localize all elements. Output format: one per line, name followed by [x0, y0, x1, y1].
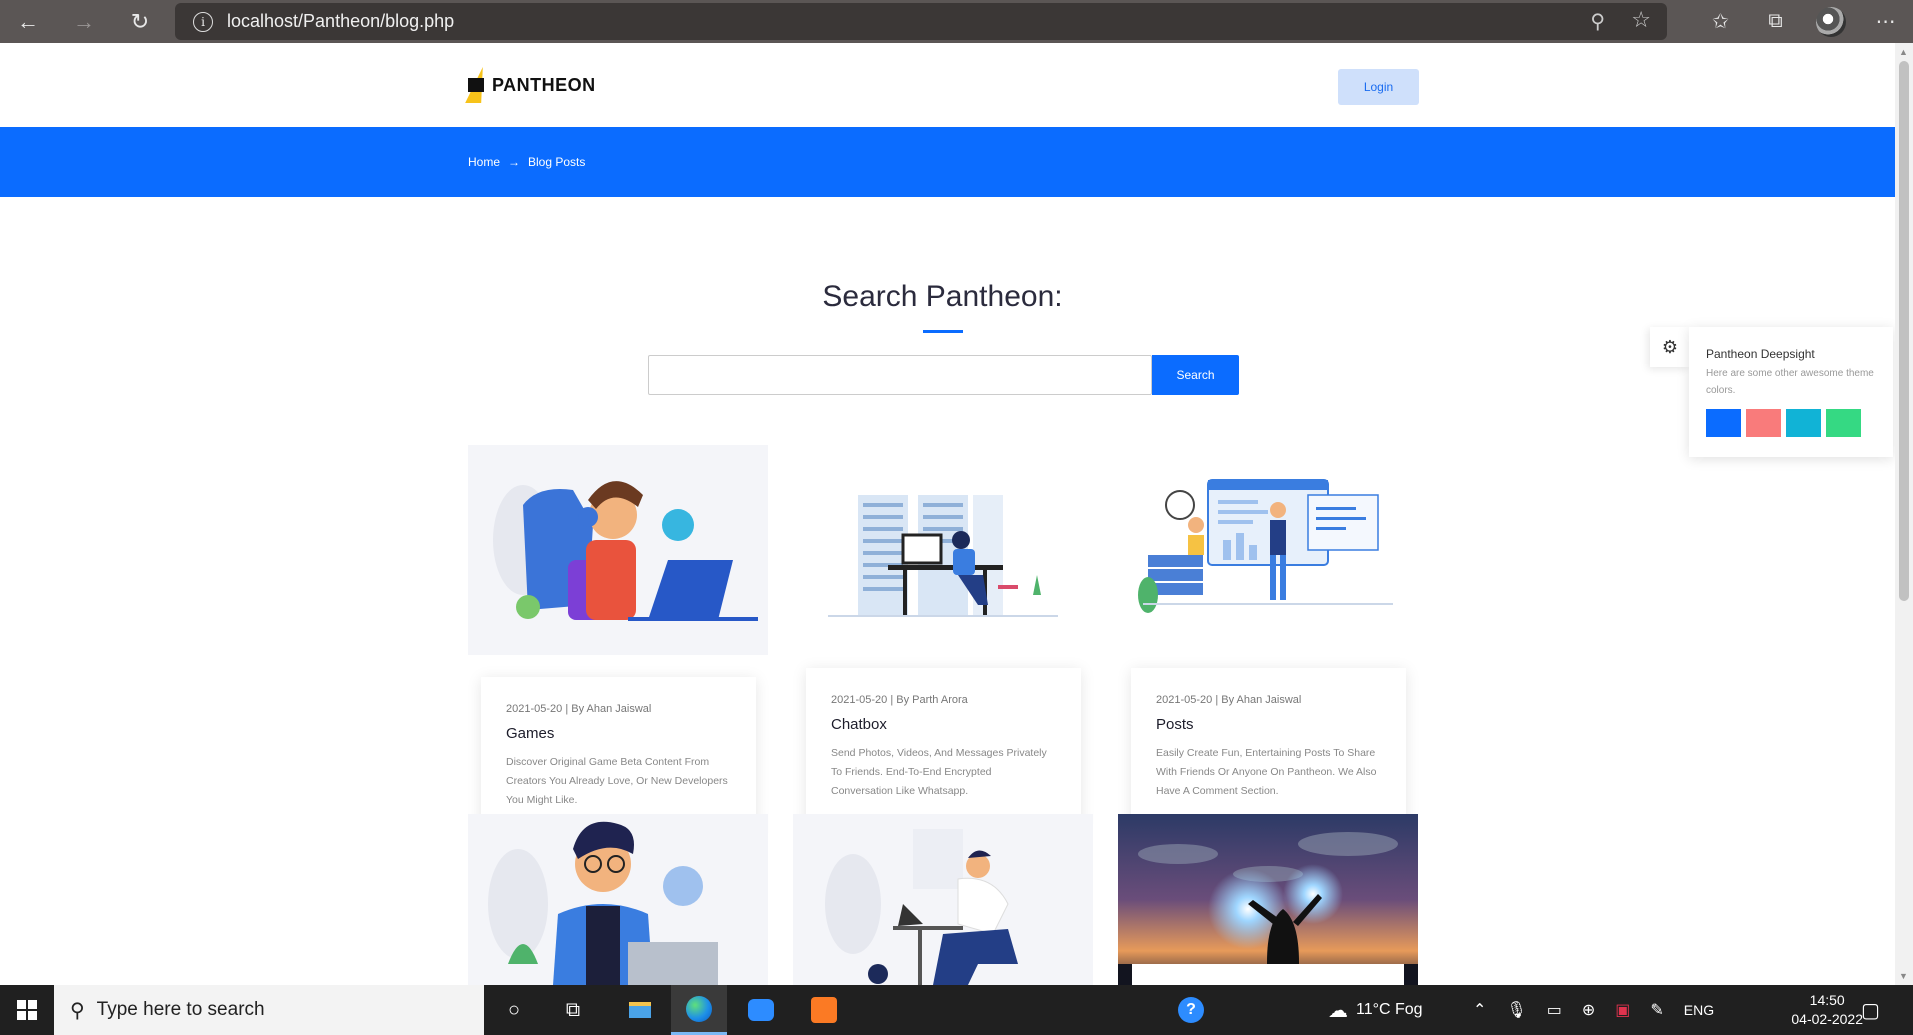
windows-taskbar: ⚲ Type here to search ○ ⧉ ? ☁ 11°C Fog ⌃…	[0, 985, 1913, 1035]
help-icon[interactable]: ?	[1163, 985, 1219, 1035]
breadcrumb: Home → Blog Posts	[468, 155, 585, 169]
arrow-right-icon: →	[73, 8, 95, 34]
refresh-icon: ↻	[130, 8, 150, 34]
post-description: Discover Original Game Beta Content From…	[506, 756, 728, 806]
theme-color-swatch-1[interactable]	[1706, 409, 1741, 437]
post-card-posts[interactable]: 2021-05-20 | By Ahan Jaiswal Posts Easil…	[1131, 668, 1406, 828]
arrow-left-icon: ←	[17, 8, 39, 34]
address-bar[interactable]: i localhost/Pantheon/blog.php ⚲ ☆	[175, 3, 1667, 40]
taskbar-search-placeholder: Type here to search	[96, 999, 265, 1020]
battery-icon[interactable]: ▭	[1547, 1000, 1562, 1020]
post-meta: 2021-05-20 | By Parth Arora	[831, 694, 968, 706]
post-image-row2-2[interactable]	[793, 814, 1093, 985]
chevron-up-icon[interactable]: ⌃	[1473, 1000, 1486, 1020]
post-title[interactable]: Games	[506, 725, 731, 742]
refresh-button[interactable]: ↻	[112, 0, 168, 43]
theme-panel: Pantheon Deepsight Here are some other a…	[1689, 327, 1893, 457]
scrollbar-thumb[interactable]	[1899, 61, 1909, 601]
theme-panel-title: Pantheon Deepsight	[1706, 347, 1815, 361]
zoom-app-icon[interactable]	[733, 985, 789, 1035]
theme-panel-subtitle: Here are some other awesome theme colors…	[1706, 368, 1874, 396]
theme-color-swatch-4[interactable]	[1826, 409, 1861, 437]
post-card-chatbox[interactable]: 2021-05-20 | By Parth Arora Chatbox Send…	[806, 668, 1081, 828]
search-input[interactable]	[648, 355, 1152, 395]
weather-widget[interactable]: ☁ 11°C Fog	[1328, 985, 1423, 1035]
breadcrumb-current: Blog Posts	[528, 155, 586, 169]
browser-toolbar: ← → ↻ i localhost/Pantheon/blog.php ⚲ ☆ …	[0, 0, 1913, 43]
add-favorite-icon[interactable]: ☆	[1631, 7, 1651, 33]
url-text: localhost/Pantheon/blog.php	[227, 11, 455, 31]
title-underline	[923, 330, 963, 333]
pen-icon[interactable]: ✎	[1650, 1000, 1663, 1020]
post-title[interactable]: Chatbox	[831, 716, 1056, 733]
edge-browser-icon[interactable]	[671, 985, 727, 1035]
site-header: PANTHEON Login	[0, 43, 1895, 127]
breadcrumb-arrow-icon: →	[508, 155, 521, 169]
theme-color-swatch-3[interactable]	[1786, 409, 1821, 437]
zoom-icon[interactable]: ⚲	[1590, 9, 1605, 34]
back-button[interactable]: ←	[0, 0, 56, 43]
breadcrumb-banner: Home → Blog Posts	[0, 127, 1895, 197]
cortana-icon[interactable]: ○	[486, 985, 542, 1035]
profile-button[interactable]	[1803, 6, 1858, 37]
windows-logo-icon	[17, 1000, 37, 1020]
language-indicator[interactable]: ENG	[1684, 1002, 1714, 1018]
search-icon: ⚲	[70, 999, 85, 1022]
avatar	[1815, 6, 1846, 37]
post-image-posts[interactable]	[1118, 445, 1418, 655]
web-page: PANTHEON Login Home → Blog Posts Search …	[0, 43, 1895, 985]
logo-text: PANTHEON	[492, 74, 596, 95]
forward-button[interactable]: →	[56, 0, 112, 43]
microphone-icon[interactable]: 🎙	[1506, 1000, 1526, 1020]
xampp-icon[interactable]	[796, 985, 852, 1035]
taskbar-search-box[interactable]: ⚲ Type here to search	[54, 985, 484, 1035]
cloud-icon: ☁	[1328, 999, 1348, 1022]
post-meta: 2021-05-20 | By Ahan Jaiswal	[506, 703, 652, 715]
post-title[interactable]: Posts	[1156, 716, 1381, 733]
site-logo[interactable]: PANTHEON	[465, 67, 596, 103]
breadcrumb-home-link[interactable]: Home	[468, 155, 500, 169]
settings-gear-button[interactable]: ⚙	[1650, 327, 1690, 367]
post-image-row2-3[interactable]	[1118, 814, 1418, 985]
weather-text: 11°C Fog	[1356, 1001, 1423, 1018]
login-button[interactable]: Login	[1338, 69, 1419, 105]
search-button[interactable]: Search	[1152, 355, 1239, 395]
theme-color-swatch-2[interactable]	[1746, 409, 1781, 437]
post-description: Easily Create Fun, Entertaining Posts To…	[1156, 747, 1377, 797]
collections-icon[interactable]: ⧉	[1748, 10, 1803, 33]
theme-swatches	[1706, 409, 1876, 437]
notifications-icon[interactable]: ▢	[1861, 985, 1880, 1035]
post-meta: 2021-05-20 | By Ahan Jaiswal	[1156, 694, 1302, 706]
more-options-icon[interactable]: ⋯	[1858, 9, 1913, 34]
page-scrollbar[interactable]: ▲ ▼	[1895, 43, 1913, 985]
favorites-icon[interactable]: ✩	[1693, 9, 1748, 34]
search-title: Search Pantheon:	[822, 280, 1063, 313]
clock-time: 14:50	[1809, 992, 1845, 1008]
lightning-logo-icon	[465, 67, 491, 103]
file-explorer-icon[interactable]	[612, 985, 668, 1035]
system-clock[interactable]: 14:50 04-02-2022	[1791, 991, 1863, 1029]
post-description: Send Photos, Videos, And Messages Privat…	[831, 747, 1047, 797]
site-info-icon[interactable]: i	[193, 11, 213, 32]
network-globe-icon[interactable]: ⊕	[1582, 1000, 1595, 1020]
scroll-down-icon[interactable]: ▼	[1899, 971, 1908, 981]
start-button[interactable]	[0, 985, 54, 1035]
clock-date: 04-02-2022	[1791, 1011, 1863, 1027]
post-card-games[interactable]: 2021-05-20 | By Ahan Jaiswal Games Disco…	[481, 677, 756, 837]
task-view-icon[interactable]: ⧉	[545, 985, 601, 1035]
app-tray-icon[interactable]: ▣	[1615, 1000, 1630, 1020]
post-image-chatbox[interactable]	[793, 445, 1093, 655]
gear-icon: ⚙	[1661, 336, 1679, 357]
post-image-games[interactable]	[468, 445, 768, 655]
scroll-up-icon[interactable]: ▲	[1899, 47, 1908, 57]
post-image-row2-1[interactable]	[468, 814, 768, 985]
